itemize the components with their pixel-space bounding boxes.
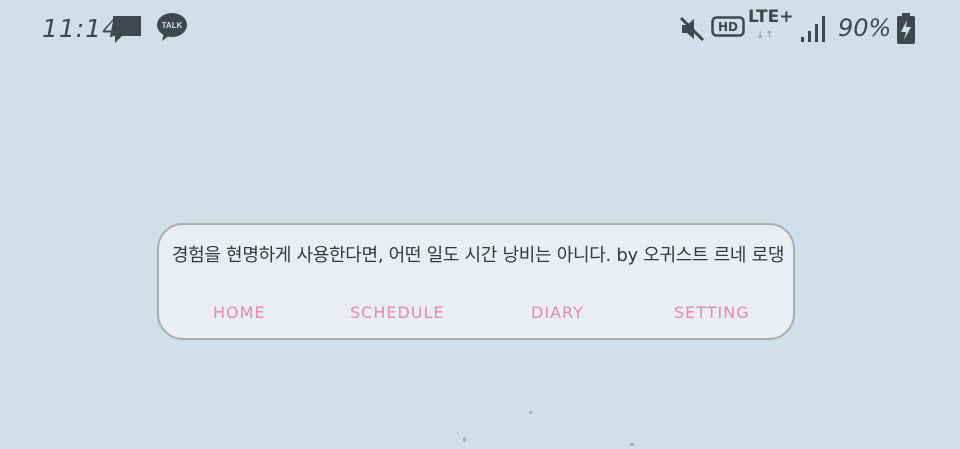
nav-diary-button[interactable]: DIARY [531,303,584,322]
nav-schedule-button[interactable]: SCHEDULE [350,303,445,322]
status-bar: 11:14 TALK HD LTE+ ↓↑ 90% [0,0,960,56]
hd-voice-icon: HD [711,16,745,37]
mute-icon [679,16,705,42]
widget-nav: HOME SCHEDULE DIARY SETTING [159,303,797,327]
hd-label: HD [718,20,738,34]
battery-charging-icon [897,13,915,44]
battery-percent: 90% [838,14,892,42]
quote-widget: 경험을 현명하게 사용한다면, 어떤 일도 시간 낭비는 아니다. by 오귀스… [157,223,795,340]
quote-text: 경험을 현명하게 사용한다면, 어떤 일도 시간 낭비는 아니다. by 오귀스… [171,245,785,266]
kakaotalk-label: TALK [161,21,183,30]
background-speck [463,437,466,442]
background-speck [529,411,532,414]
nav-home-button[interactable]: HOME [213,303,266,322]
signal-icon [801,16,825,42]
nav-setting-button[interactable]: SETTING [674,303,750,322]
message-icon [113,16,141,43]
kakaotalk-icon: TALK [156,12,188,42]
data-activity-icon: ↓↑ [756,30,775,41]
lte-icon: LTE+ [748,7,794,27]
status-time: 11:14 [42,14,120,43]
background-speck [630,443,634,446]
